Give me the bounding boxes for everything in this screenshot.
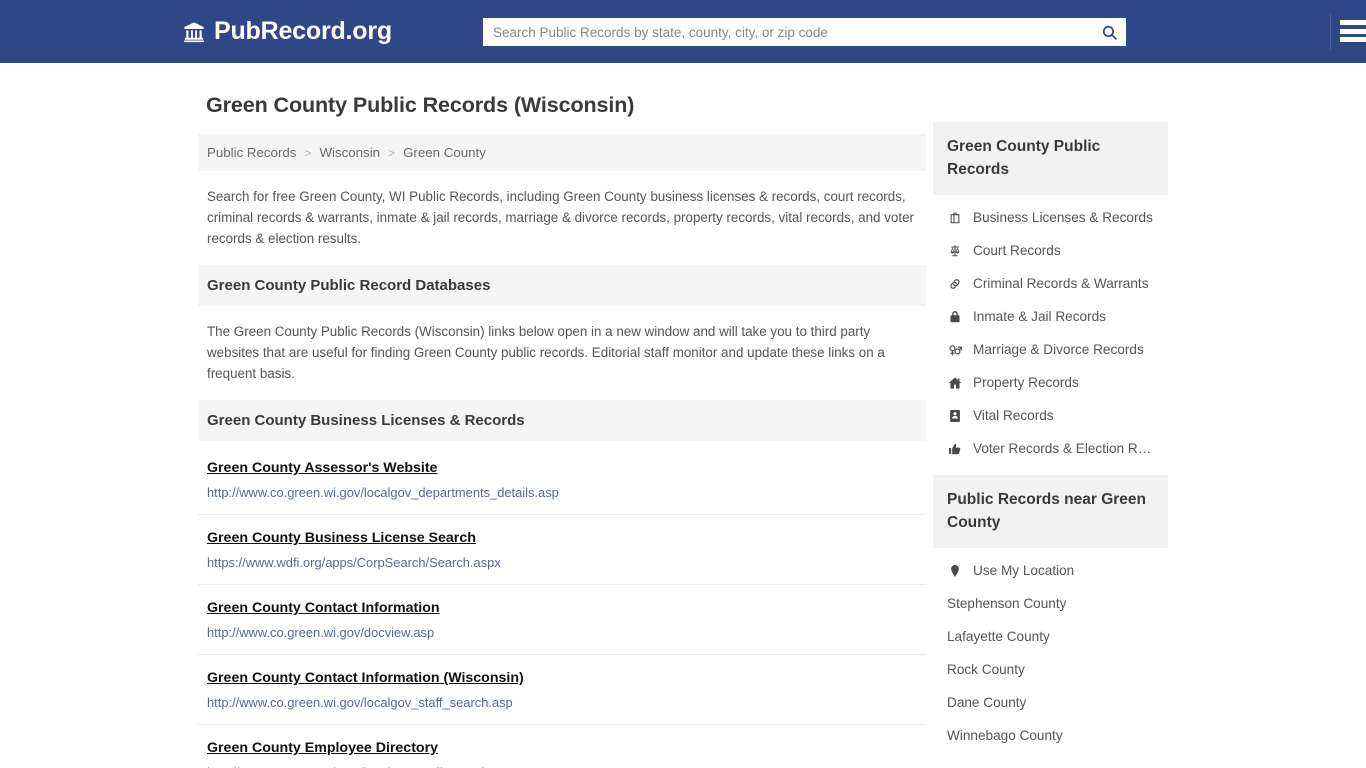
record-link-title[interactable]: Green County Assessor's Website	[207, 459, 437, 477]
sidebar-item-label: Vital Records	[973, 408, 1054, 423]
venus-mars-icon	[947, 343, 963, 357]
sidebar-list-records: Business Licenses & Records Court Record…	[933, 195, 1168, 465]
sidebar-item-label: Criminal Records & Warrants	[973, 276, 1149, 291]
record-link-row: Green County Contact Information (Wiscon…	[198, 655, 926, 725]
section-header-business-licenses: Green County Business Licenses & Records	[198, 400, 926, 441]
record-link-url: http://www.co.green.wi.gov/docview.asp	[207, 625, 435, 640]
record-link-title[interactable]: Green County Employee Directory	[207, 739, 438, 757]
id-badge-icon	[947, 409, 963, 423]
page-title: Green County Public Records (Wisconsin)	[206, 93, 635, 117]
intro-paragraph: Search for free Green County, WI Public …	[207, 189, 914, 246]
header-divider	[1330, 14, 1331, 50]
sidebar-item-label: Dane County	[947, 695, 1027, 710]
sidebar: Green County Public Records Business Lic…	[933, 85, 1168, 762]
sidebar-heading-records: Green County Public Records	[933, 122, 1168, 195]
bank-icon	[183, 21, 205, 43]
record-link-title[interactable]: Green County Contact Information (Wiscon…	[207, 669, 524, 687]
breadcrumb-item-wisconsin[interactable]: Wisconsin	[319, 145, 380, 160]
briefcase-icon	[947, 211, 963, 225]
record-link-row: Green County Business License Search htt…	[198, 515, 926, 585]
site-header: PubRecord.org	[0, 0, 1366, 63]
header-inner: PubRecord.org	[183, 0, 1366, 63]
breadcrumb-separator-icon: >	[304, 145, 312, 160]
sidebar-item-label: Inmate & Jail Records	[973, 309, 1106, 324]
lock-icon	[947, 310, 963, 324]
sidebar-item-stephenson-county[interactable]: Stephenson County	[933, 587, 1168, 620]
balance-scale-icon	[947, 244, 963, 258]
page-container: Green County Public Records (Wisconsin) …	[198, 63, 1168, 768]
record-link-url: http://www.co.green.wi.gov/localgov_depa…	[207, 485, 559, 500]
breadcrumb-separator-icon: >	[388, 145, 396, 160]
sidebar-item-label: Marriage & Divorce Records	[973, 342, 1144, 357]
databases-paragraph: The Green County Public Records (Wiscons…	[207, 324, 885, 381]
sidebar-item-dane-county[interactable]: Dane County	[933, 686, 1168, 719]
sidebar-item-lafayette-county[interactable]: Lafayette County	[933, 620, 1168, 653]
sidebar-item-label: Property Records	[973, 375, 1079, 390]
breadcrumb-item-green-county[interactable]: Green County	[403, 145, 486, 160]
sidebar-item-marriage-divorce-records[interactable]: Marriage & Divorce Records	[933, 333, 1168, 366]
record-link-title[interactable]: Green County Contact Information	[207, 599, 440, 617]
record-link-url: https://www.wdfi.org/apps/CorpSearch/Sea…	[207, 555, 501, 570]
sidebar-item-label: Business Licenses & Records	[973, 210, 1153, 225]
brand-logo-link[interactable]: PubRecord.org	[183, 19, 392, 44]
brand-text: PubRecord.org	[214, 17, 392, 45]
sidebar-item-label: Winnebago County	[947, 728, 1063, 743]
sidebar-list-nearby: Use My Location Stephenson County Lafaye…	[933, 548, 1168, 752]
breadcrumb-item-public-records[interactable]: Public Records	[207, 145, 296, 160]
map-pin-icon	[947, 564, 963, 578]
sidebar-item-criminal-records[interactable]: Criminal Records & Warrants	[933, 267, 1168, 300]
sidebar-item-label: Voter Records & Election R…	[973, 441, 1152, 456]
sidebar-item-label: Use My Location	[973, 563, 1075, 578]
section-header-databases: Green County Public Record Databases	[198, 265, 926, 306]
menu-bar-2	[1340, 28, 1366, 34]
sidebar-item-use-my-location[interactable]: Use My Location	[933, 554, 1168, 587]
thumbs-up-icon	[947, 442, 963, 456]
breadcrumb: Public Records > Wisconsin > Green Count…	[198, 134, 926, 171]
record-link-title[interactable]: Green County Business License Search	[207, 529, 476, 547]
record-link-row: Green County Employee Directory http://w…	[198, 725, 926, 768]
sidebar-item-label: Stephenson County	[947, 596, 1067, 611]
menu-bar-1	[1340, 20, 1366, 25]
sidebar-box-nearby: Public Records near Green County Use My …	[933, 475, 1168, 752]
home-icon	[947, 376, 963, 390]
chain-link-icon	[947, 277, 963, 291]
search-bar[interactable]	[483, 18, 1126, 46]
search-button[interactable]	[1092, 18, 1126, 46]
record-link-row: Green County Assessor's Website http://w…	[198, 441, 926, 515]
search-icon	[1101, 24, 1118, 41]
hamburger-menu-icon[interactable]	[1340, 18, 1366, 44]
sidebar-item-label: Rock County	[947, 662, 1025, 677]
menu-bar-3	[1340, 37, 1366, 42]
sidebar-item-property-records[interactable]: Property Records	[933, 366, 1168, 399]
sidebar-item-business-licenses[interactable]: Business Licenses & Records	[933, 201, 1168, 234]
sidebar-item-court-records[interactable]: Court Records	[933, 234, 1168, 267]
sidebar-item-inmate-jail-records[interactable]: Inmate & Jail Records	[933, 300, 1168, 333]
record-link-row: Green County Contact Information http://…	[198, 585, 926, 655]
sidebar-item-label: Court Records	[973, 243, 1061, 258]
search-input[interactable]	[483, 18, 1092, 46]
sidebar-item-winnebago-county[interactable]: Winnebago County	[933, 719, 1168, 752]
sidebar-item-label: Lafayette County	[947, 629, 1050, 644]
sidebar-item-rock-county[interactable]: Rock County	[933, 653, 1168, 686]
sidebar-box-records: Green County Public Records Business Lic…	[933, 122, 1168, 465]
sidebar-item-voter-records[interactable]: Voter Records & Election R…	[933, 432, 1168, 465]
record-link-url: http://www.co.green.wi.gov/localgov_staf…	[207, 695, 513, 710]
sidebar-item-vital-records[interactable]: Vital Records	[933, 399, 1168, 432]
main-content: Green County Public Records (Wisconsin) …	[198, 85, 926, 768]
sidebar-heading-nearby: Public Records near Green County	[933, 475, 1168, 548]
